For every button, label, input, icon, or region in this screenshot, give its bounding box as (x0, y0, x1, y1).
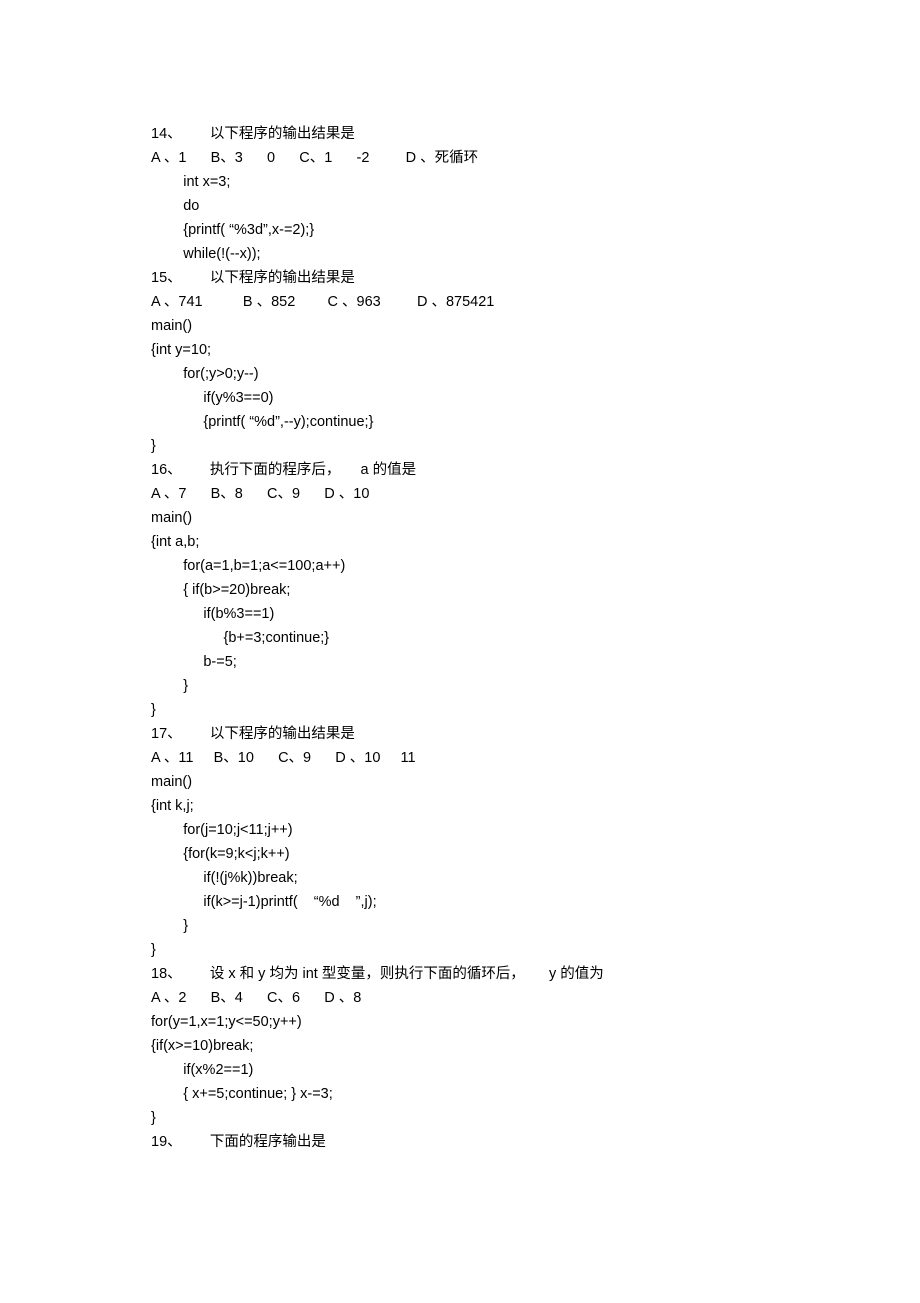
text-line: if(b%3==1) (151, 602, 920, 626)
text-line: { if(b>=20)break; (151, 578, 920, 602)
text-line: if(y%3==0) (151, 386, 920, 410)
text-line: 18、 设 x 和 y 均为 int 型变量，则执行下面的循环后， y 的值为 (151, 962, 920, 986)
text-line: {printf( “%d”,--y);continue;} (151, 410, 920, 434)
text-line: A 、11 B、10 C、9 D 、10 11 (151, 746, 920, 770)
text-line: } (151, 938, 920, 962)
text-line: {printf( “%3d”,x-=2);} (151, 218, 920, 242)
text-line: A 、1 B、3 0 C、1 -2 D 、死循环 (151, 146, 920, 170)
text-line: {int y=10; (151, 338, 920, 362)
text-line: b-=5; (151, 650, 920, 674)
text-line: main() (151, 506, 920, 530)
text-line: {b+=3;continue;} (151, 626, 920, 650)
text-line: while(!(--x)); (151, 242, 920, 266)
text-line: A 、7 B、8 C、9 D 、10 (151, 482, 920, 506)
text-line: if(k>=j-1)printf( “%d ”,j); (151, 890, 920, 914)
text-line: for(y=1,x=1;y<=50;y++) (151, 1010, 920, 1034)
text-line: } (151, 914, 920, 938)
text-line: {int k,j; (151, 794, 920, 818)
text-line: {int a,b; (151, 530, 920, 554)
text-line: int x=3; (151, 170, 920, 194)
text-line: 16、 执行下面的程序后， a 的值是 (151, 458, 920, 482)
text-line: if(!(j%k))break; (151, 866, 920, 890)
text-line: main() (151, 314, 920, 338)
document-page: 14、 以下程序的输出结果是 A 、1 B、3 0 C、1 -2 D 、死循环 … (0, 0, 920, 1154)
text-line: {for(k=9;k<j;k++) (151, 842, 920, 866)
text-line: main() (151, 770, 920, 794)
text-line: {if(x>=10)break; (151, 1034, 920, 1058)
text-line: if(x%2==1) (151, 1058, 920, 1082)
text-line: 14、 以下程序的输出结果是 (151, 122, 920, 146)
text-line: { x+=5;continue; } x-=3; (151, 1082, 920, 1106)
text-line: 19、 下面的程序输出是 (151, 1130, 920, 1154)
text-line: 15、 以下程序的输出结果是 (151, 266, 920, 290)
text-line: } (151, 434, 920, 458)
text-line: A 、2 B、4 C、6 D 、8 (151, 986, 920, 1010)
text-line: for(a=1,b=1;a<=100;a++) (151, 554, 920, 578)
text-line: } (151, 1106, 920, 1130)
text-line: do (151, 194, 920, 218)
text-line: for(j=10;j<11;j++) (151, 818, 920, 842)
text-line: for(;y>0;y--) (151, 362, 920, 386)
text-line: } (151, 698, 920, 722)
text-line: 17、 以下程序的输出结果是 (151, 722, 920, 746)
text-line: } (151, 674, 920, 698)
text-line: A 、741 B 、852 C 、963 D 、875421 (151, 290, 920, 314)
